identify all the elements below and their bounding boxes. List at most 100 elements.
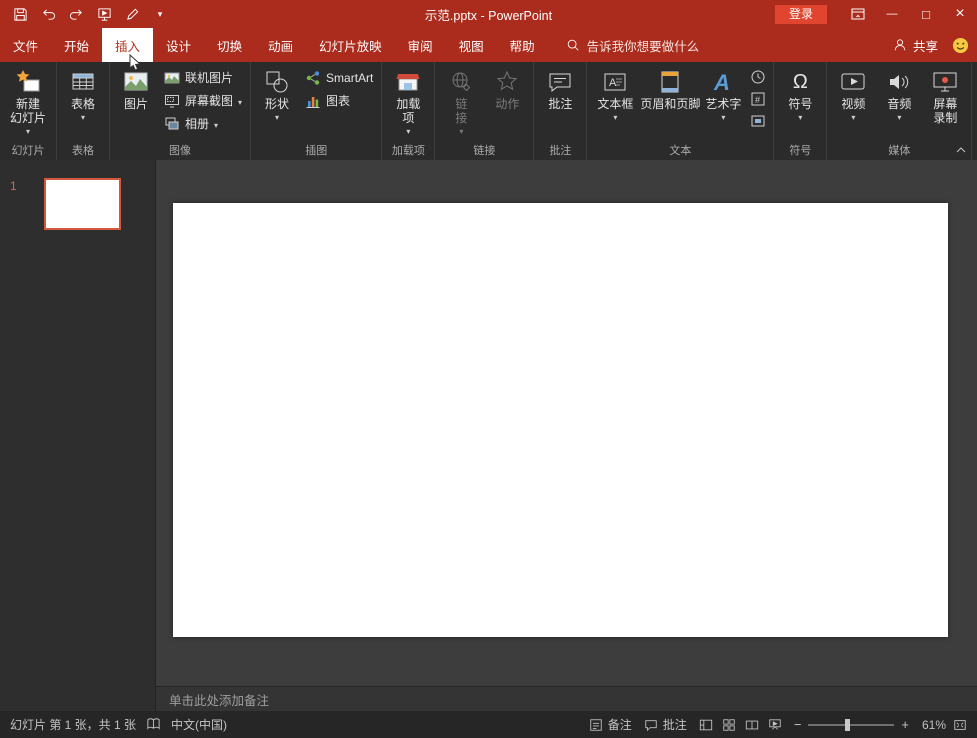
save-button[interactable] bbox=[8, 2, 32, 26]
group-label-comments: 批注 bbox=[537, 143, 583, 160]
slideshow-view-button[interactable] bbox=[768, 718, 782, 732]
audio-icon bbox=[886, 67, 912, 97]
zoom-out-button[interactable]: − bbox=[794, 717, 802, 732]
zoom-in-button[interactable]: + bbox=[901, 717, 909, 732]
comments-icon bbox=[644, 718, 658, 732]
addins-button[interactable]: 加载 项 bbox=[385, 63, 431, 143]
notes-icon bbox=[589, 718, 603, 732]
video-label: 视频 bbox=[841, 97, 865, 111]
date-time-button[interactable] bbox=[746, 66, 770, 88]
new-slide-button[interactable]: 新建 幻灯片 bbox=[3, 63, 53, 143]
tab-slideshow[interactable]: 幻灯片放映 bbox=[306, 28, 395, 62]
tab-review[interactable]: 审阅 bbox=[395, 28, 446, 62]
tab-insert[interactable]: 插入 bbox=[102, 28, 153, 62]
minimize-button[interactable] bbox=[875, 0, 909, 28]
slide-number-button[interactable]: # bbox=[746, 88, 770, 110]
new-slide-icon bbox=[15, 67, 41, 97]
online-pictures-button[interactable]: 联机图片 bbox=[159, 66, 247, 89]
wordart-icon: A bbox=[710, 67, 736, 97]
notes-toggle-button[interactable]: 备注 bbox=[589, 716, 632, 733]
wordart-button[interactable]: A 艺术字 bbox=[700, 63, 746, 143]
search-icon bbox=[566, 38, 580, 52]
textbox-label: 文本框 bbox=[597, 97, 633, 111]
tab-design[interactable]: 设计 bbox=[153, 28, 204, 62]
shapes-label: 形状 bbox=[265, 97, 289, 111]
screenshot-button[interactable]: 屏幕截图 bbox=[159, 89, 247, 112]
chart-label: 图表 bbox=[326, 92, 350, 109]
redo-icon bbox=[69, 7, 84, 22]
tab-transitions[interactable]: 切换 bbox=[204, 28, 255, 62]
slide-canvas[interactable] bbox=[173, 203, 948, 637]
dropdown-arrow-icon bbox=[798, 112, 802, 120]
dropdown-arrow-icon bbox=[613, 112, 617, 120]
zoom-slider-thumb[interactable] bbox=[845, 719, 850, 731]
undo-button[interactable] bbox=[36, 2, 60, 26]
audio-button[interactable]: 音频 bbox=[876, 63, 922, 143]
table-button[interactable]: 表格 bbox=[60, 63, 106, 143]
fit-to-window-icon bbox=[953, 718, 967, 732]
fit-slide-to-window-button[interactable] bbox=[953, 718, 967, 732]
video-button[interactable]: 视频 bbox=[830, 63, 876, 143]
tell-me-search[interactable]: 告诉我你想要做什么 bbox=[566, 28, 700, 62]
shapes-button[interactable]: 形状 bbox=[254, 63, 300, 143]
start-slideshow-button[interactable] bbox=[92, 2, 116, 26]
slide-editor: 单击此处添加备注 bbox=[156, 160, 977, 711]
redo-button[interactable] bbox=[64, 2, 88, 26]
screen-recording-button[interactable]: 屏幕 录制 bbox=[922, 63, 968, 143]
signin-button[interactable]: 登录 bbox=[775, 5, 827, 24]
textbox-icon: A bbox=[602, 67, 628, 97]
tab-view[interactable]: 视图 bbox=[446, 28, 497, 62]
link-icon bbox=[448, 67, 474, 97]
share-button[interactable]: 共享 bbox=[879, 28, 952, 62]
zoom-level[interactable]: 61% bbox=[916, 718, 946, 732]
ribbon-group-symbols: Ω 符号 符号 bbox=[774, 62, 827, 160]
language-indicator[interactable]: 中文(中国) bbox=[171, 716, 227, 733]
smartart-button[interactable]: SmartArt bbox=[300, 66, 378, 89]
proofing-button[interactable] bbox=[146, 717, 161, 732]
object-button[interactable] bbox=[746, 110, 770, 132]
ribbon-group-addins: 加载 项 加载项 bbox=[382, 62, 435, 160]
notes-pane[interactable]: 单击此处添加备注 bbox=[156, 686, 977, 711]
feedback-button[interactable] bbox=[952, 28, 977, 62]
maximize-button[interactable] bbox=[909, 0, 943, 28]
reading-view-button[interactable] bbox=[745, 718, 759, 732]
share-label: 共享 bbox=[913, 36, 938, 55]
zoom-slider[interactable] bbox=[808, 724, 894, 726]
new-slide-label: 新建 幻灯片 bbox=[10, 97, 46, 125]
chart-button[interactable]: 图表 bbox=[300, 89, 378, 112]
link-button[interactable]: 链 接 bbox=[438, 63, 484, 143]
slide-thumbnail[interactable] bbox=[44, 178, 121, 230]
statusbar: 幻灯片 第 1 张，共 1 张 中文(中国) 备注 批注 bbox=[0, 711, 977, 738]
new-comment-button[interactable]: 批注 bbox=[537, 63, 583, 143]
textbox-button[interactable]: A 文本框 bbox=[590, 63, 640, 143]
tab-animations[interactable]: 动画 bbox=[255, 28, 306, 62]
ribbon-group-images: 图片 联机图片 屏幕截图 相册 bbox=[110, 62, 251, 160]
picture-button[interactable]: 图片 bbox=[113, 63, 159, 143]
online-pictures-label: 联机图片 bbox=[185, 69, 233, 86]
symbol-button[interactable]: Ω 符号 bbox=[777, 63, 823, 143]
header-footer-button[interactable]: 页眉和页脚 bbox=[640, 63, 700, 143]
search-placeholder: 告诉我你想要做什么 bbox=[587, 36, 700, 55]
normal-view-button[interactable] bbox=[699, 718, 713, 732]
video-icon bbox=[840, 67, 866, 97]
action-button[interactable]: 动作 bbox=[484, 63, 530, 143]
date-time-icon bbox=[750, 69, 766, 85]
dropdown-arrow-icon bbox=[214, 120, 218, 128]
svg-text:A: A bbox=[713, 70, 730, 95]
tab-help[interactable]: 帮助 bbox=[497, 28, 548, 62]
group-label-links: 链接 bbox=[438, 143, 530, 160]
picture-label: 图片 bbox=[124, 97, 148, 111]
qat-customize-button[interactable] bbox=[148, 2, 172, 26]
photo-album-button[interactable]: 相册 bbox=[159, 112, 247, 135]
close-button[interactable] bbox=[943, 0, 977, 28]
tab-file[interactable]: 文件 bbox=[0, 28, 51, 62]
dropdown-arrow-icon bbox=[459, 126, 463, 134]
ribbon-collapse-button[interactable] bbox=[953, 144, 969, 156]
comments-toggle-button[interactable]: 批注 bbox=[644, 716, 687, 733]
ribbon-display-options-button[interactable] bbox=[841, 0, 875, 28]
pen-icon bbox=[125, 7, 140, 22]
tab-home[interactable]: 开始 bbox=[51, 28, 102, 62]
slide-sorter-view-button[interactable] bbox=[722, 718, 736, 732]
touch-mode-button[interactable] bbox=[120, 2, 144, 26]
normal-view-icon bbox=[699, 718, 713, 732]
